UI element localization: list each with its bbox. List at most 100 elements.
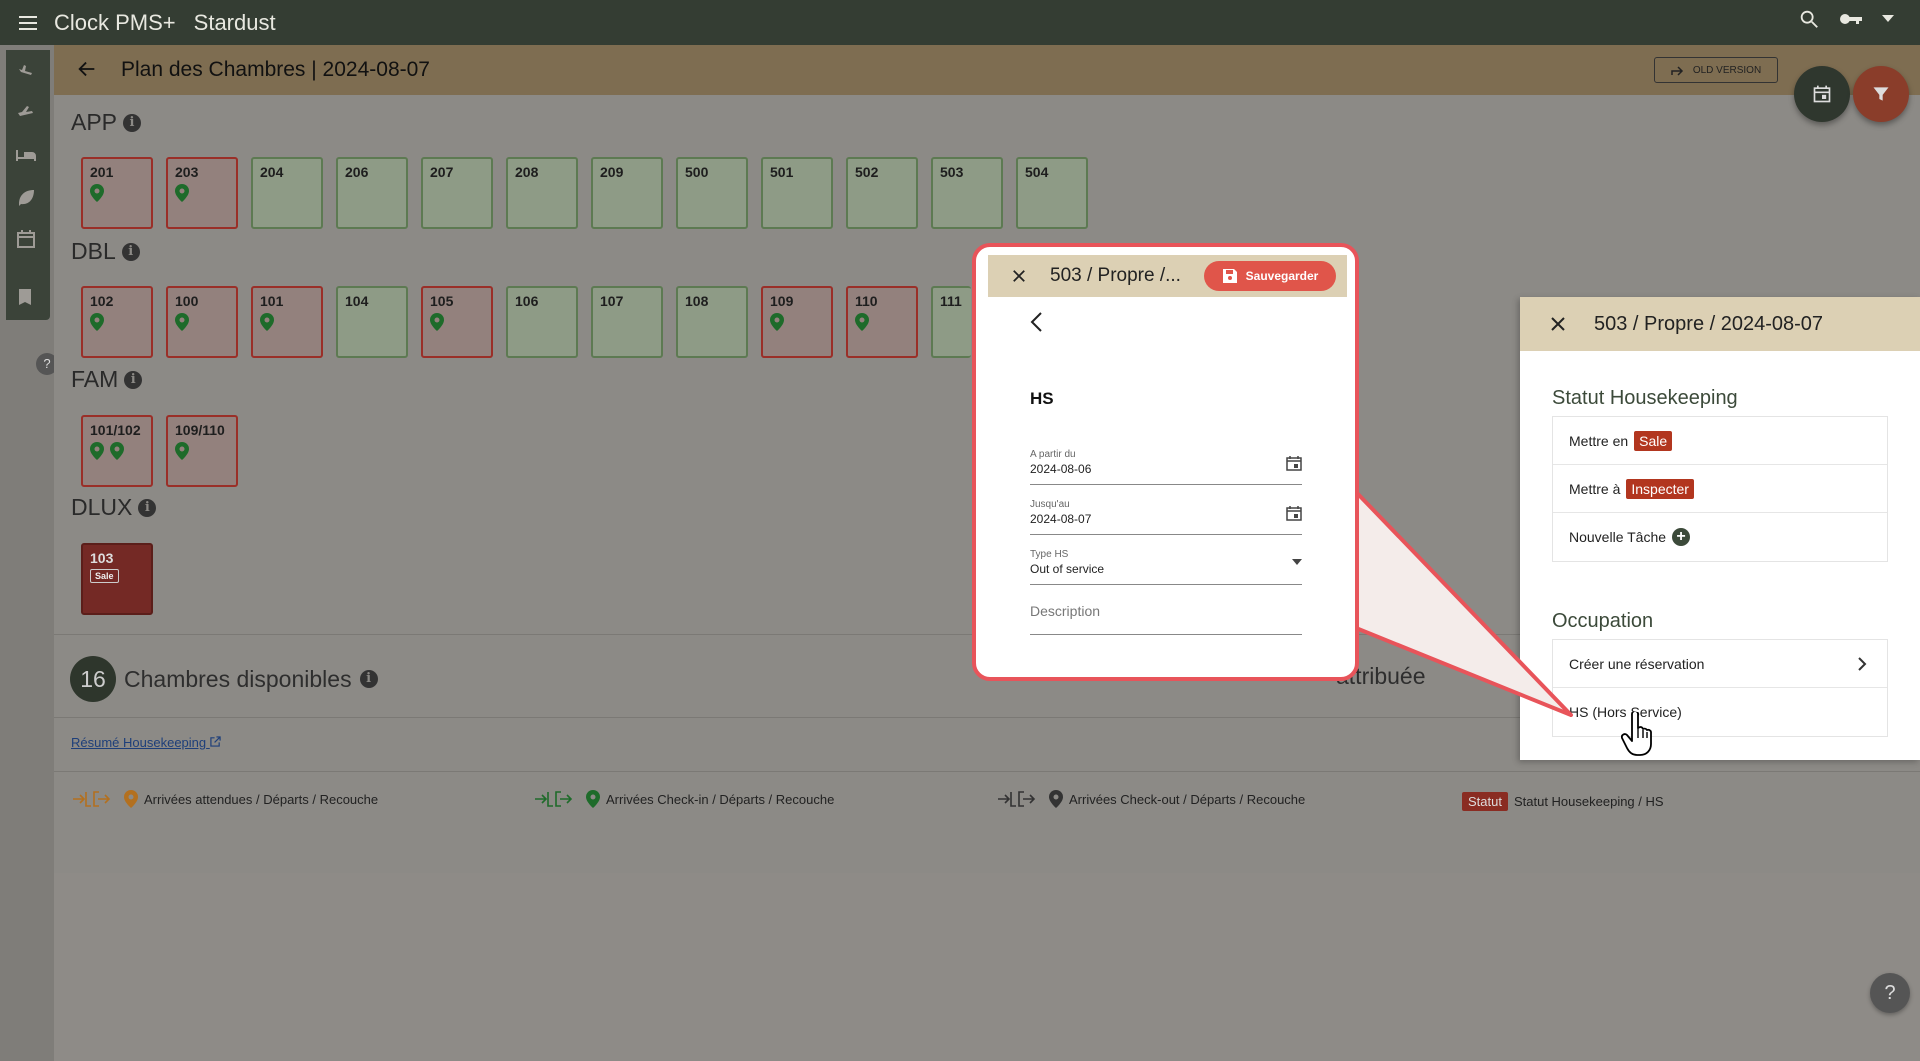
inspect-badge: Inspecter [1626, 478, 1694, 499]
room-tile[interactable]: 107 [591, 286, 663, 358]
room-tile[interactable]: 201 [81, 157, 153, 229]
arrival-departure-icon [998, 791, 1036, 807]
room-tile[interactable]: 106 [506, 286, 578, 358]
departures-icon[interactable] [14, 100, 38, 124]
room-tile[interactable]: 203 [166, 157, 238, 229]
set-dirty-item[interactable]: Mettre en Sale [1553, 417, 1887, 465]
room-tile[interactable]: 104 [336, 286, 408, 358]
set-inspect-item[interactable]: Mettre à Inspecter [1553, 465, 1887, 513]
description-field[interactable]: Description [1030, 585, 1302, 635]
calendar-icon[interactable] [1286, 505, 1302, 521]
dropdown-arrow-icon [1292, 559, 1302, 565]
room-tile[interactable]: 204 [251, 157, 323, 229]
pin-icon [260, 313, 274, 331]
key-icon[interactable] [1838, 8, 1864, 30]
chevron-left-icon[interactable] [1030, 311, 1044, 333]
room-number: 207 [430, 164, 454, 180]
pin-icon [586, 790, 600, 808]
out-of-service-item[interactable]: HS (Hors Service) [1553, 688, 1887, 736]
chevron-down-icon[interactable] [1882, 15, 1894, 23]
room-tile[interactable]: 500 [676, 157, 748, 229]
pin-icon [175, 313, 189, 331]
category-label: FAM i [71, 366, 143, 393]
room-number: 106 [515, 293, 539, 309]
category-label: APP i [71, 109, 142, 136]
close-icon[interactable] [1550, 316, 1566, 332]
info-icon[interactable]: i [359, 670, 378, 688]
room-number: 108 [685, 293, 709, 309]
panel-header: 503 / Propre / 2024-08-07 [1520, 297, 1920, 351]
housekeeping-section-title: Statut Housekeeping [1552, 387, 1738, 409]
room-tile[interactable]: 503 [931, 157, 1003, 229]
room-tile[interactable]: 101/102 [81, 415, 153, 487]
room-tile[interactable]: 105 [421, 286, 493, 358]
room-number: 208 [515, 164, 539, 180]
filter-fab[interactable] [1853, 66, 1909, 122]
type-hs-value: Out of service [1030, 562, 1105, 576]
page-title: Plan des Chambres | 2024-08-07 [121, 58, 430, 81]
housekeeping-summary-link[interactable]: Résumé Housekeeping [71, 735, 221, 750]
room-tile[interactable]: 206 [336, 157, 408, 229]
room-tile[interactable]: 504 [1016, 157, 1088, 229]
room-tile[interactable]: 502 [846, 157, 918, 229]
legend-checkin-label: Arrivées Check-in / Départs / Recouche [606, 791, 835, 807]
housekeeping-list: Mettre en Sale Mettre à Inspecter Nouvel… [1552, 416, 1888, 562]
new-task-item[interactable]: Nouvelle Tâche + [1553, 513, 1887, 561]
room-number: 103 [90, 550, 114, 566]
room-tile[interactable]: 501 [761, 157, 833, 229]
room-tile[interactable]: 101 [251, 286, 323, 358]
arrivals-icon[interactable] [14, 57, 38, 81]
create-reservation-item[interactable]: Créer une réservation [1553, 640, 1887, 688]
room-tile[interactable]: 207 [421, 157, 493, 229]
pin-icon [90, 442, 104, 460]
menu-icon[interactable] [16, 11, 40, 35]
info-icon[interactable]: i [138, 498, 157, 517]
room-tile[interactable]: 209 [591, 157, 663, 229]
room-tile[interactable]: 103 Sale [81, 543, 153, 615]
info-icon[interactable]: i [123, 113, 142, 132]
search-icon[interactable] [1798, 8, 1820, 30]
room-tile[interactable]: 109/110 [166, 415, 238, 487]
create-reservation-label: Créer une réservation [1569, 655, 1705, 672]
top-app-bar: Clock PMS+ Stardust [0, 0, 1920, 45]
room-tile[interactable]: 109 [761, 286, 833, 358]
room-number: 111 [940, 293, 962, 309]
room-number: 501 [770, 164, 794, 180]
room-number: 204 [260, 164, 284, 180]
bed-icon[interactable] [14, 143, 38, 167]
room-number: 504 [1025, 164, 1049, 180]
room-tile[interactable]: 100 [166, 286, 238, 358]
chevron-right-icon [1858, 657, 1867, 671]
pin-icon [1049, 790, 1063, 808]
leaf-icon[interactable] [14, 185, 38, 209]
room-number: 503 [940, 164, 964, 180]
room-number: 107 [600, 293, 624, 309]
info-icon[interactable]: i [121, 242, 140, 261]
room-tile[interactable]: 208 [506, 157, 578, 229]
old-version-button[interactable]: OLD VERSION [1654, 57, 1778, 83]
info-icon[interactable]: i [124, 370, 143, 389]
room-tile[interactable]: 108 [676, 286, 748, 358]
pin-icon [430, 313, 444, 331]
set-dirty-label: Mettre en [1569, 432, 1629, 449]
out-of-service-form: HS A partir du 2024-08-06 Jusqu'au 2024-… [1030, 311, 1302, 635]
calendar-icon[interactable] [14, 227, 38, 251]
room-tile[interactable]: 110 [846, 286, 918, 358]
form-heading: HS [1030, 389, 1054, 408]
help-button[interactable]: ? [1870, 973, 1910, 1013]
close-icon[interactable] [1012, 269, 1026, 283]
description-placeholder: Description [1030, 603, 1101, 619]
room-tile[interactable]: 111 [931, 286, 971, 358]
app-title: Clock PMS+ [54, 9, 176, 35]
type-hs-select[interactable]: Type HS Out of service [1030, 535, 1302, 585]
room-tile[interactable]: 102 [81, 286, 153, 358]
room-action-panel: 503 / Propre / 2024-08-07 Statut Houseke… [1520, 297, 1920, 760]
back-arrow-icon[interactable] [76, 58, 98, 80]
dirty-badge: Sale [1634, 430, 1673, 451]
calendar-fab[interactable] [1794, 66, 1850, 122]
to-date-field[interactable]: Jusqu'au 2024-08-07 [1030, 485, 1302, 535]
from-date-field[interactable]: A partir du 2024-08-06 [1030, 435, 1302, 485]
save-button[interactable]: Sauvegarder [1204, 261, 1336, 291]
calendar-icon[interactable] [1286, 455, 1302, 471]
book-icon[interactable] [14, 285, 38, 309]
